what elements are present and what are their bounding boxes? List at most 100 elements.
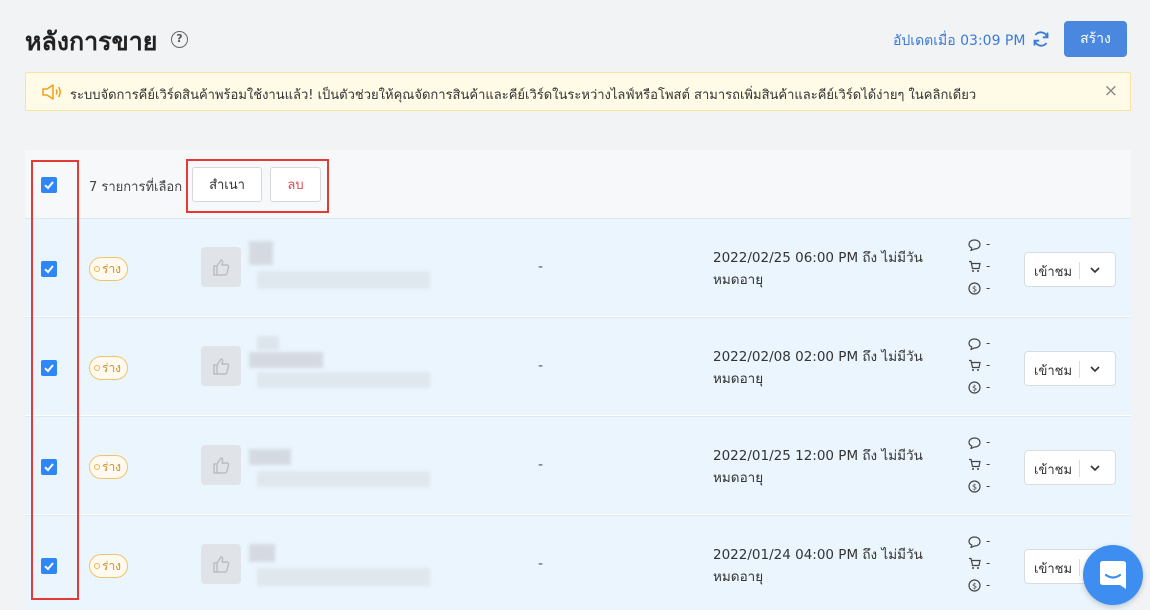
chevron-down-icon[interactable] — [1089, 363, 1101, 375]
blurred-title — [249, 352, 323, 368]
thumbs-up-icon — [213, 457, 230, 474]
comment-icon — [968, 239, 981, 252]
check-icon — [44, 181, 54, 190]
cart-icon — [969, 458, 981, 470]
svg-text:$: $ — [972, 582, 977, 591]
blurred-title — [249, 544, 275, 562]
status-label: ร่าง — [102, 361, 122, 375]
active-period: 2022/02/08 02:00 PM ถึง ไม่มีวันหมดอายุ — [713, 349, 923, 387]
dollar-icon: $ — [968, 282, 981, 295]
keyword-cell: - — [538, 556, 544, 572]
revenue-stat: $ - — [968, 380, 990, 400]
check-icon — [44, 364, 54, 373]
view-button[interactable]: เข้าชม — [1024, 252, 1116, 287]
list-item[interactable]: ร่าง - 2022/01/24 04:00 PM ถึง ไม่มีวันห… — [25, 515, 1131, 610]
blurred-subtitle — [257, 471, 430, 487]
dollar-icon: $ — [968, 579, 981, 592]
status-label: ร่าง — [102, 559, 122, 573]
view-button-label: เข้าชม — [1034, 364, 1073, 379]
comments-stat: - — [968, 237, 990, 257]
announcement-banner: ระบบจัดการคีย์เวิร์ดสินค้าพร้อมใช้งานแล้… — [25, 72, 1131, 111]
status-label: ร่าง — [102, 460, 122, 474]
thumbs-up-icon — [213, 556, 230, 573]
page-title: หลังการขาย — [25, 27, 158, 56]
comments-stat: - — [968, 336, 990, 356]
thumbs-up-icon — [213, 259, 230, 276]
cart-stat: - — [968, 358, 990, 378]
close-icon[interactable]: × — [1104, 82, 1118, 100]
comment-icon — [968, 437, 981, 450]
dollar-icon: $ — [968, 381, 981, 394]
status-badge: ร่าง — [89, 257, 129, 281]
dollar-icon: $ — [968, 480, 981, 493]
post-list-panel: 7 รายการที่เลือก สำเนา ลบ ร่าง - 2022/02… — [25, 150, 1131, 610]
chat-widget-button[interactable] — [1083, 545, 1143, 605]
blurred-title — [257, 336, 279, 350]
post-thumbnail — [201, 544, 241, 584]
last-updated-text: อัปเดตเมื่อ 03:09 PM — [893, 33, 1026, 49]
post-thumbnail — [201, 247, 241, 287]
selected-count: 7 รายการที่เลือก — [89, 180, 183, 195]
blurred-subtitle — [257, 372, 430, 388]
comment-icon — [968, 536, 981, 549]
copy-button[interactable]: สำเนา — [192, 167, 262, 202]
active-period: 2022/01/24 04:00 PM ถึง ไม่มีวันหมดอายุ — [713, 547, 923, 585]
keyword-cell: - — [538, 358, 544, 374]
check-icon — [44, 265, 54, 274]
check-icon — [44, 463, 54, 472]
status-badge: ร่าง — [89, 554, 129, 578]
row-checkbox[interactable] — [41, 558, 57, 574]
list-item[interactable]: ร่าง - 2022/01/25 12:00 PM ถึง ไม่มีวันห… — [25, 416, 1131, 514]
blurred-subtitle — [257, 271, 430, 289]
select-all-checkbox[interactable] — [41, 177, 57, 193]
cart-icon — [969, 260, 981, 272]
chat-icon — [1100, 561, 1126, 589]
row-checkbox[interactable] — [41, 459, 57, 475]
cart-stat: - — [968, 259, 990, 279]
blurred-subtitle — [257, 568, 430, 586]
cart-stat: - — [968, 457, 990, 477]
row-checkbox[interactable] — [41, 261, 57, 277]
status-badge: ร่าง — [89, 356, 129, 380]
comment-icon — [968, 338, 981, 351]
svg-text:$: $ — [972, 483, 977, 492]
speaker-icon — [42, 84, 61, 100]
view-button-label: เข้าชม — [1034, 265, 1073, 280]
cart-icon — [969, 359, 981, 371]
cart-stat: - — [968, 556, 990, 576]
comments-stat: - — [968, 534, 990, 554]
post-thumbnail — [201, 445, 241, 485]
revenue-stat: $ - — [968, 578, 990, 598]
cart-icon — [969, 557, 981, 569]
svg-text:$: $ — [972, 384, 977, 393]
revenue-stat: $ - — [968, 479, 990, 499]
chevron-down-icon[interactable] — [1089, 462, 1101, 474]
refresh-icon[interactable] — [1031, 29, 1051, 49]
active-period: 2022/01/25 12:00 PM ถึง ไม่มีวันหมดอายุ — [713, 448, 923, 486]
banner-message: ระบบจัดการคีย์เวิร์ดสินค้าพร้อมใช้งานแล้… — [70, 88, 977, 103]
status-label: ร่าง — [102, 262, 122, 276]
svg-text:$: $ — [972, 285, 977, 294]
blurred-title — [249, 449, 291, 465]
revenue-stat: $ - — [968, 281, 990, 301]
active-period: 2022/02/25 06:00 PM ถึง ไม่มีวันหมดอายุ — [713, 250, 923, 288]
chevron-down-icon[interactable] — [1089, 264, 1101, 276]
row-checkbox[interactable] — [41, 360, 57, 376]
blurred-title — [249, 241, 273, 265]
list-item[interactable]: ร่าง - 2022/02/08 02:00 PM ถึง ไม่มีวันห… — [25, 317, 1131, 415]
view-button-label: เข้าชม — [1034, 562, 1073, 577]
keyword-cell: - — [538, 259, 544, 275]
check-icon — [44, 562, 54, 571]
bulk-action-toolbar: 7 รายการที่เลือก สำเนา ลบ — [25, 150, 1131, 218]
delete-button[interactable]: ลบ — [270, 167, 321, 202]
list-item[interactable]: ร่าง - 2022/02/25 06:00 PM ถึง ไม่มีวันห… — [25, 218, 1131, 316]
thumbs-up-icon — [213, 358, 230, 375]
help-icon[interactable]: ? — [171, 31, 188, 48]
post-thumbnail — [201, 346, 241, 386]
view-button[interactable]: เข้าชม — [1024, 351, 1116, 386]
view-button[interactable]: เข้าชม — [1024, 450, 1116, 485]
comments-stat: - — [968, 435, 990, 455]
keyword-cell: - — [538, 457, 544, 473]
create-button[interactable]: สร้าง — [1064, 21, 1127, 57]
view-button-label: เข้าชม — [1034, 463, 1073, 478]
